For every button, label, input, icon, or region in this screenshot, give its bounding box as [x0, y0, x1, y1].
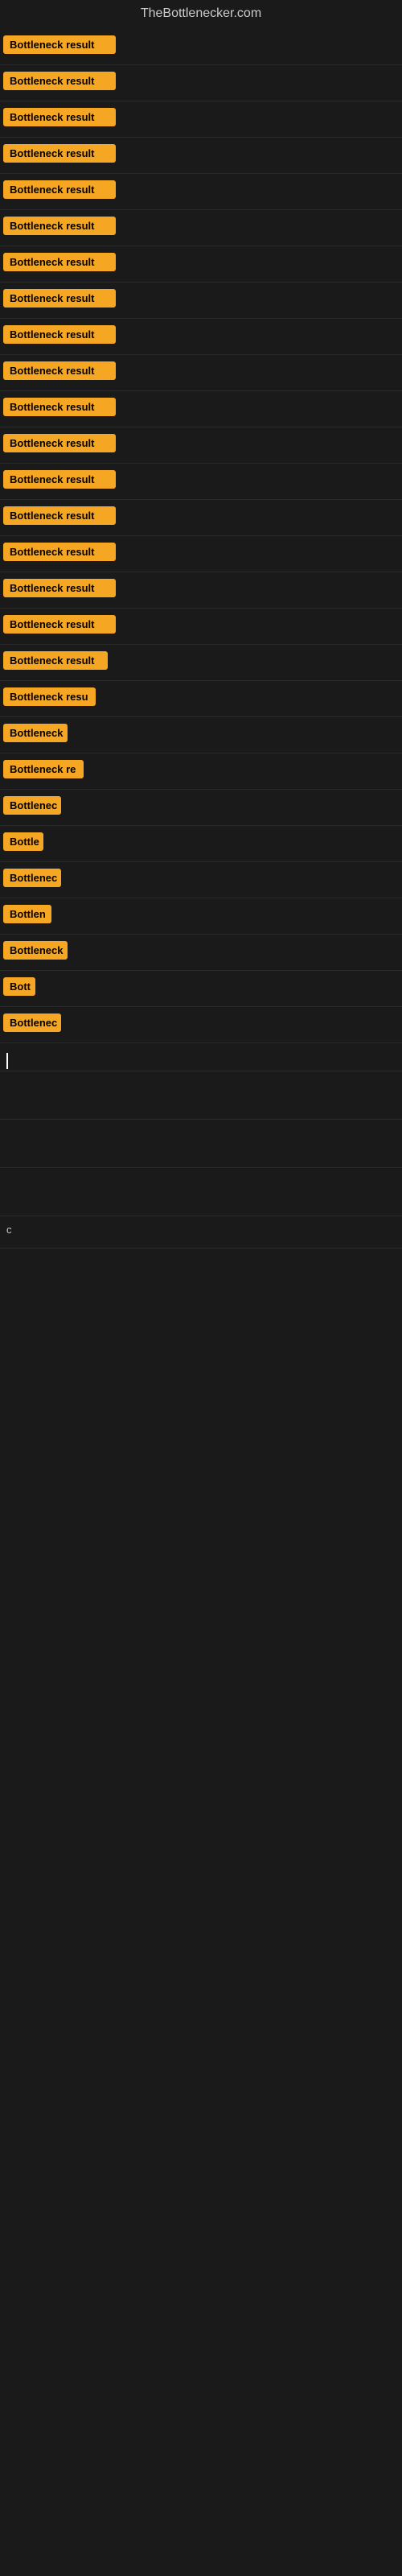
result-row-20: Bottleneck: [0, 717, 402, 753]
bottleneck-badge-6[interactable]: Bottleneck result: [3, 217, 116, 235]
bottleneck-badge-11[interactable]: Bottleneck result: [3, 398, 116, 416]
result-row-24: Bottlenec: [0, 862, 402, 898]
bottleneck-badge-19[interactable]: Bottleneck resu: [3, 687, 96, 706]
bottleneck-badge-12[interactable]: Bottleneck result: [3, 434, 116, 452]
bottleneck-badge-16[interactable]: Bottleneck result: [3, 579, 116, 597]
bottleneck-badge-13[interactable]: Bottleneck result: [3, 470, 116, 489]
result-row-6: Bottleneck result: [0, 210, 402, 246]
result-row-21: Bottleneck re: [0, 753, 402, 790]
result-row-1: Bottleneck result: [0, 27, 402, 65]
bottleneck-badge-17[interactable]: Bottleneck result: [3, 615, 116, 634]
result-row-16: Bottleneck result: [0, 572, 402, 609]
empty-row-2: [0, 1120, 402, 1168]
bottleneck-badge-15[interactable]: Bottleneck result: [3, 543, 116, 561]
small-char: c: [3, 1220, 15, 1239]
result-row-13: Bottleneck result: [0, 464, 402, 500]
result-row-5: Bottleneck result: [0, 174, 402, 210]
empty-section: [0, 1249, 402, 1732]
bottleneck-badge-26[interactable]: Bottleneck: [3, 941, 68, 960]
result-row-17: Bottleneck result: [0, 609, 402, 645]
bottleneck-badge-5[interactable]: Bottleneck result: [3, 180, 116, 199]
result-row-25: Bottlen: [0, 898, 402, 935]
bottleneck-badge-3[interactable]: Bottleneck result: [3, 108, 116, 126]
bottleneck-badge-20[interactable]: Bottleneck: [3, 724, 68, 742]
result-row-19: Bottleneck resu: [0, 681, 402, 717]
result-row-3: Bottleneck result: [0, 101, 402, 138]
bottleneck-badge-22[interactable]: Bottlenec: [3, 796, 61, 815]
result-row-23: Bottle: [0, 826, 402, 862]
result-row-7: Bottleneck result: [0, 246, 402, 283]
bottleneck-badge-27[interactable]: Bott: [3, 977, 35, 996]
empty-row-3: [0, 1168, 402, 1216]
bottleneck-badge-4[interactable]: Bottleneck result: [3, 144, 116, 163]
bottleneck-badge-24[interactable]: Bottlenec: [3, 869, 61, 887]
page-wrapper: TheBottlenecker.com Bottleneck result Bo…: [0, 0, 402, 2576]
result-row-22: Bottlenec: [0, 790, 402, 826]
bottleneck-badge-1[interactable]: Bottleneck result: [3, 35, 116, 54]
bottleneck-badge-18[interactable]: Bottleneck result: [3, 651, 108, 670]
bottleneck-badge-8[interactable]: Bottleneck result: [3, 289, 116, 308]
small-char-row: c: [0, 1216, 402, 1249]
result-row-18: Bottleneck result: [0, 645, 402, 681]
result-row-15: Bottleneck result: [0, 536, 402, 572]
result-row-27: Bott: [0, 971, 402, 1007]
text-cursor: [6, 1053, 8, 1069]
bottleneck-badge-9[interactable]: Bottleneck result: [3, 325, 116, 344]
bottleneck-badge-10[interactable]: Bottleneck result: [3, 361, 116, 380]
result-row-12: Bottleneck result: [0, 427, 402, 464]
result-row-26: Bottleneck: [0, 935, 402, 971]
bottleneck-badge-2[interactable]: Bottleneck result: [3, 72, 116, 90]
result-row-14: Bottleneck result: [0, 500, 402, 536]
result-row-2: Bottleneck result: [0, 65, 402, 101]
result-row-4: Bottleneck result: [0, 138, 402, 174]
result-row-8: Bottleneck result: [0, 283, 402, 319]
result-row-28: Bottlenec: [0, 1007, 402, 1043]
cursor-row: [0, 1043, 402, 1071]
empty-row-1: [0, 1071, 402, 1120]
result-row-10: Bottleneck result: [0, 355, 402, 391]
bottleneck-badge-23[interactable]: Bottle: [3, 832, 43, 851]
bottleneck-badge-14[interactable]: Bottleneck result: [3, 506, 116, 525]
site-title: TheBottlenecker.com: [0, 0, 402, 27]
bottleneck-badge-21[interactable]: Bottleneck re: [3, 760, 84, 778]
result-row-9: Bottleneck result: [0, 319, 402, 355]
result-row-11: Bottleneck result: [0, 391, 402, 427]
bottleneck-badge-7[interactable]: Bottleneck result: [3, 253, 116, 271]
bottleneck-badge-28[interactable]: Bottlenec: [3, 1013, 61, 1032]
bottleneck-badge-25[interactable]: Bottlen: [3, 905, 51, 923]
